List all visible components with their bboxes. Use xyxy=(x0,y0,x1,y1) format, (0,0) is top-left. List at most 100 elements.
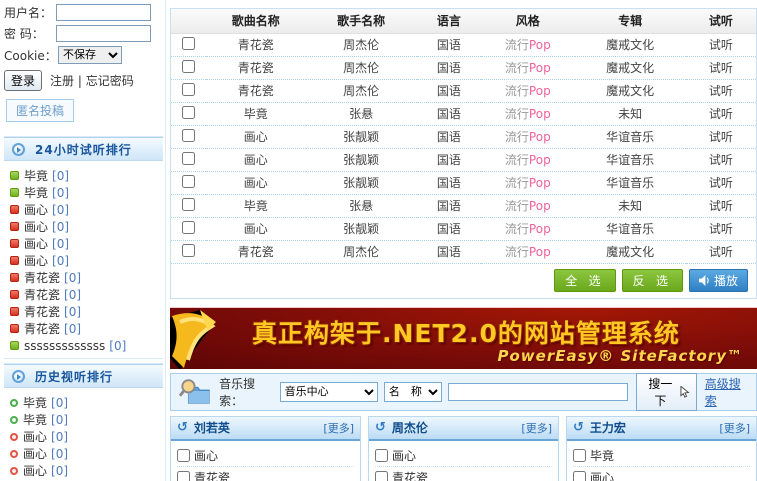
column-header: 歌手名称 xyxy=(306,9,417,33)
search-button[interactable]: 搜一下 xyxy=(636,373,696,411)
search-button-label: 搜一下 xyxy=(643,375,677,409)
search-field-select[interactable]: 名 称 xyxy=(384,382,443,402)
listen-link[interactable]: 试听 xyxy=(686,194,756,217)
panel-song-checkbox[interactable] xyxy=(573,449,586,462)
panel-song-checkbox[interactable] xyxy=(375,471,388,481)
table-row: 画心张靓颖国语流行Pop华谊音乐试听 xyxy=(171,148,756,171)
rank-item-label: 画心 xyxy=(24,252,48,269)
more-link[interactable]: [更多] xyxy=(719,420,750,436)
advanced-search-link[interactable]: 高级搜索 xyxy=(705,375,750,409)
anonymous-submit-button[interactable]: 匿名投稿 xyxy=(6,99,74,122)
rank-item-count: [0] xyxy=(52,237,69,251)
rank-item[interactable]: 画心[0] xyxy=(10,445,163,462)
row-checkbox[interactable] xyxy=(182,175,195,188)
panel-song-checkbox[interactable] xyxy=(177,449,190,462)
table-row: 青花瓷周杰伦国语流行Pop魔戒文化试听 xyxy=(171,33,756,56)
row-checkbox[interactable] xyxy=(182,60,195,73)
rank-item[interactable]: 画心[0] xyxy=(10,218,163,235)
artist-panel-header: ↺王力宏[更多] xyxy=(567,417,756,441)
listen-link[interactable]: 试听 xyxy=(686,79,756,102)
artist-panel-title: 周杰伦 xyxy=(392,419,522,436)
table-row: 毕竟张悬国语流行Pop未知试听 xyxy=(171,194,756,217)
rank-item[interactable]: 画心[0] xyxy=(10,235,163,252)
rank-item[interactable]: 青花瓷[0] xyxy=(10,303,163,320)
invert-selection-button[interactable]: 反 选 xyxy=(622,269,683,292)
album-cell: 华谊音乐 xyxy=(575,171,686,194)
panel-song-item: 画心 xyxy=(177,445,354,467)
row-checkbox[interactable] xyxy=(182,37,195,50)
table-row: 青花瓷周杰伦国语流行Pop魔戒文化试听 xyxy=(171,79,756,102)
listen-link[interactable]: 试听 xyxy=(686,102,756,125)
listen-link[interactable]: 试听 xyxy=(686,217,756,240)
rank-item[interactable]: 画心[0] xyxy=(10,201,163,218)
panel-song-label: 青花瓷 xyxy=(194,469,230,481)
rank-item[interactable]: 青花瓷[0] xyxy=(10,269,163,286)
rank-item[interactable]: 毕竟[0] xyxy=(10,184,163,201)
artist-cell: 张悬 xyxy=(306,102,417,125)
rank-item-count: [0] xyxy=(64,322,81,336)
style-cn-label: 流行 xyxy=(505,84,529,98)
login-button[interactable]: 登录 xyxy=(4,70,42,91)
register-forgot-links[interactable]: 注册 | 忘记密码 xyxy=(50,72,134,89)
play-button[interactable]: 播放 xyxy=(689,269,748,292)
rank-item-green-icon xyxy=(10,399,18,407)
style-cell: 流行Pop xyxy=(481,102,575,125)
row-checkbox[interactable] xyxy=(182,83,195,96)
password-input[interactable] xyxy=(56,25,151,42)
panel-song-label: 青花瓷 xyxy=(392,469,428,481)
listen-link[interactable]: 试听 xyxy=(686,56,756,79)
speaker-icon xyxy=(699,275,710,286)
ad-banner[interactable]: 真正构架于.NET2.0的网站管理系统 PowerEasy® SiteFacto… xyxy=(170,307,757,369)
listen-link[interactable]: 试听 xyxy=(686,240,756,263)
more-link[interactable]: [更多] xyxy=(323,420,354,436)
rank-item[interactable]: 毕竟[0] xyxy=(10,394,163,411)
artist-cell: 张靓颖 xyxy=(306,125,417,148)
column-header: 试听 xyxy=(686,9,756,33)
rank-item[interactable]: 毕竟[0] xyxy=(10,411,163,428)
listen-link[interactable]: 试听 xyxy=(686,148,756,171)
search-input[interactable] xyxy=(448,383,628,401)
listen-link[interactable]: 试听 xyxy=(686,33,756,56)
search-scope-select[interactable]: 音乐中心 xyxy=(280,382,378,402)
rank-item[interactable]: 画心[0] xyxy=(10,252,163,269)
row-checkbox[interactable] xyxy=(182,198,195,211)
rank-item[interactable]: 青花瓷[0] xyxy=(10,286,163,303)
rank-item-label: 毕竟 xyxy=(23,411,47,428)
panel-song-item: 画心 xyxy=(573,467,750,481)
row-checkbox[interactable] xyxy=(182,221,195,234)
rank-item-label: 画心 xyxy=(24,218,48,235)
cookie-select[interactable]: 不保存 xyxy=(58,46,122,64)
panel-song-item: 画心 xyxy=(375,445,552,467)
checkbox-cell xyxy=(171,102,206,125)
rank-item[interactable]: 毕竟[0] xyxy=(10,167,163,184)
panel-song-label: 毕竟 xyxy=(590,447,614,464)
row-checkbox[interactable] xyxy=(182,152,195,165)
panel-song-checkbox[interactable] xyxy=(573,471,586,481)
rank-item[interactable]: 画心[0] xyxy=(10,428,163,445)
rank-item[interactable]: sssssssssssss[0] xyxy=(10,337,163,354)
listen-link[interactable]: 试听 xyxy=(686,171,756,194)
username-input[interactable] xyxy=(56,4,151,21)
rank-item-label: 毕竟 xyxy=(24,167,48,184)
language-cell: 国语 xyxy=(417,194,481,217)
style-cn-label: 流行 xyxy=(505,222,529,236)
row-checkbox[interactable] xyxy=(182,129,195,142)
style-en-label: Pop xyxy=(529,245,551,259)
section-24h-title: 24小时试听排行 xyxy=(35,141,132,158)
style-en-label: Pop xyxy=(529,199,551,213)
24h-rank-list: 毕竟[0]毕竟[0]画心[0]画心[0]画心[0]画心[0]青花瓷[0]青花瓷[… xyxy=(4,161,163,358)
rank-item-count: [0] xyxy=(51,447,68,461)
rank-item-label: 青花瓷 xyxy=(24,320,60,337)
panel-song-checkbox[interactable] xyxy=(177,471,190,481)
rank-item-count: [0] xyxy=(52,203,69,217)
rank-item[interactable]: 青花瓷 [0] xyxy=(10,320,163,337)
row-checkbox[interactable] xyxy=(182,244,195,257)
listen-link[interactable]: 试听 xyxy=(686,125,756,148)
select-all-button[interactable]: 全 选 xyxy=(554,269,615,292)
row-checkbox[interactable] xyxy=(182,106,195,119)
panel-song-checkbox[interactable] xyxy=(375,449,388,462)
rank-item[interactable]: 画心[0] xyxy=(10,462,163,479)
more-link[interactable]: [更多] xyxy=(521,420,552,436)
rank-item-label: 毕竟 xyxy=(23,394,47,411)
rank-item-red-icon xyxy=(10,256,19,265)
